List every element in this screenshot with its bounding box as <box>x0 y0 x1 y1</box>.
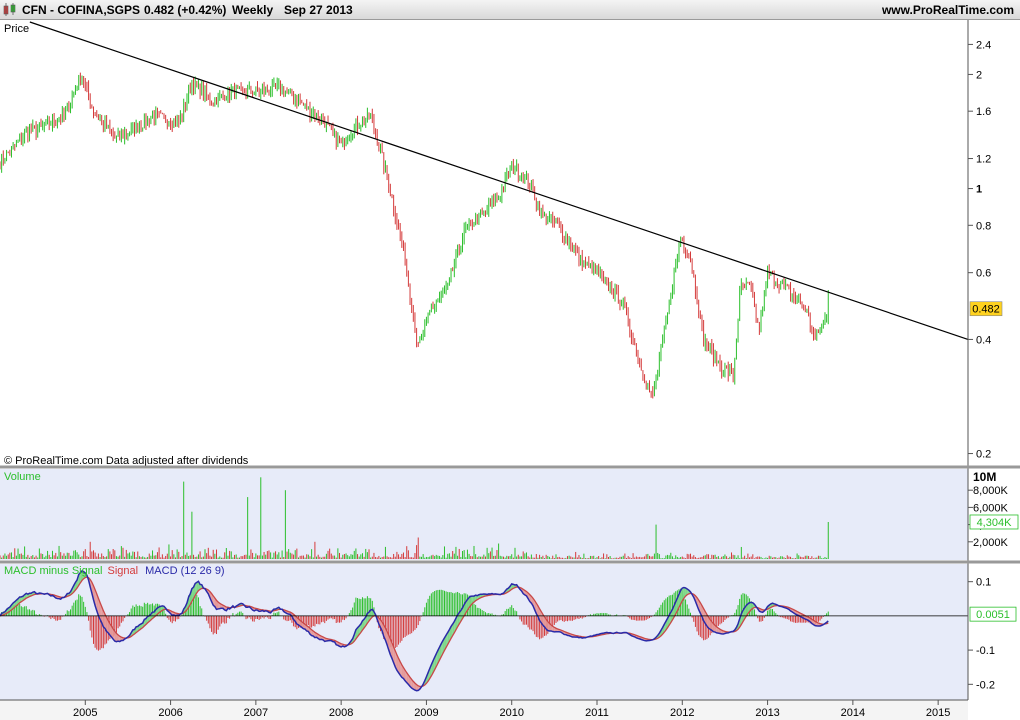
price-tick-label: 0.8 <box>976 220 991 232</box>
x-tick-label: 2013 <box>755 707 779 719</box>
price-tick-label: 2.4 <box>976 39 991 51</box>
volume-panel-label: Volume <box>4 471 41 483</box>
volume-tick-label: 2,000K <box>973 537 1009 549</box>
price-tick-label: 1.2 <box>976 154 991 166</box>
volume-tick-label: 6,000K <box>973 502 1009 514</box>
last-macd-label: 0.0051 <box>976 609 1010 621</box>
x-tick-label: 2011 <box>585 707 609 719</box>
price-tick-label: 1.6 <box>976 106 991 118</box>
last-volume-box: 4,304K <box>969 514 1019 530</box>
macd-legend-macd: MACD (12 26 9) <box>145 565 224 577</box>
volume-tick-label: 8,000K <box>973 485 1009 497</box>
volume-panel[interactable] <box>0 469 968 560</box>
volume-unit-label: 10M <box>973 470 996 484</box>
last-macd-box: 0.0051 <box>969 606 1017 622</box>
x-tick-label: 2015 <box>926 707 950 719</box>
macd-tick-label: 0.1 <box>976 577 991 589</box>
price-y-axis: 0.2 0.4 0.6 0.8 1 1.2 1.6 2 2.4 <box>968 39 991 461</box>
x-tick-label: 2014 <box>841 707 865 719</box>
chart-canvas[interactable]: 0.2 0.4 0.6 0.8 1 1.2 1.6 2 2.4 Price © ProRealT… <box>0 0 1020 720</box>
macd-legend: MACD minus Signal Signal MACD (12 26 9) <box>4 565 225 577</box>
x-tick-label: 2010 <box>499 707 523 719</box>
x-tick-label: 2009 <box>414 707 438 719</box>
price-panel[interactable] <box>0 20 968 465</box>
price-tick-label: 1 <box>976 184 982 196</box>
price-footer: © ProRealTime.com Data adjusted after di… <box>4 455 249 467</box>
price-tick-label: 0.2 <box>976 449 991 461</box>
x-tick-label: 2005 <box>73 707 97 719</box>
x-tick-label: 2012 <box>670 707 694 719</box>
last-price-box: 0.482 <box>969 301 1003 317</box>
macd-tick-label: -0.2 <box>976 679 995 691</box>
macd-legend-hist: MACD minus Signal <box>4 565 102 577</box>
x-tick-label: 2007 <box>244 707 268 719</box>
macd-y-axis: 0.1 -0.1 -0.2 <box>968 577 995 691</box>
x-axis-bar <box>0 700 968 720</box>
price-tick-label: 2 <box>976 69 982 81</box>
x-tick-label: 2006 <box>158 707 182 719</box>
macd-panel[interactable] <box>0 564 968 700</box>
last-volume-label: 4,304K <box>977 517 1013 529</box>
macd-legend-signal: Signal <box>107 565 138 577</box>
last-price-label: 0.482 <box>972 304 1000 316</box>
price-tick-label: 0.4 <box>976 334 991 346</box>
macd-tick-label: -0.1 <box>976 645 995 657</box>
price-tick-label: 0.6 <box>976 268 991 280</box>
x-tick-label: 2008 <box>329 707 353 719</box>
price-panel-label: Price <box>4 23 29 35</box>
